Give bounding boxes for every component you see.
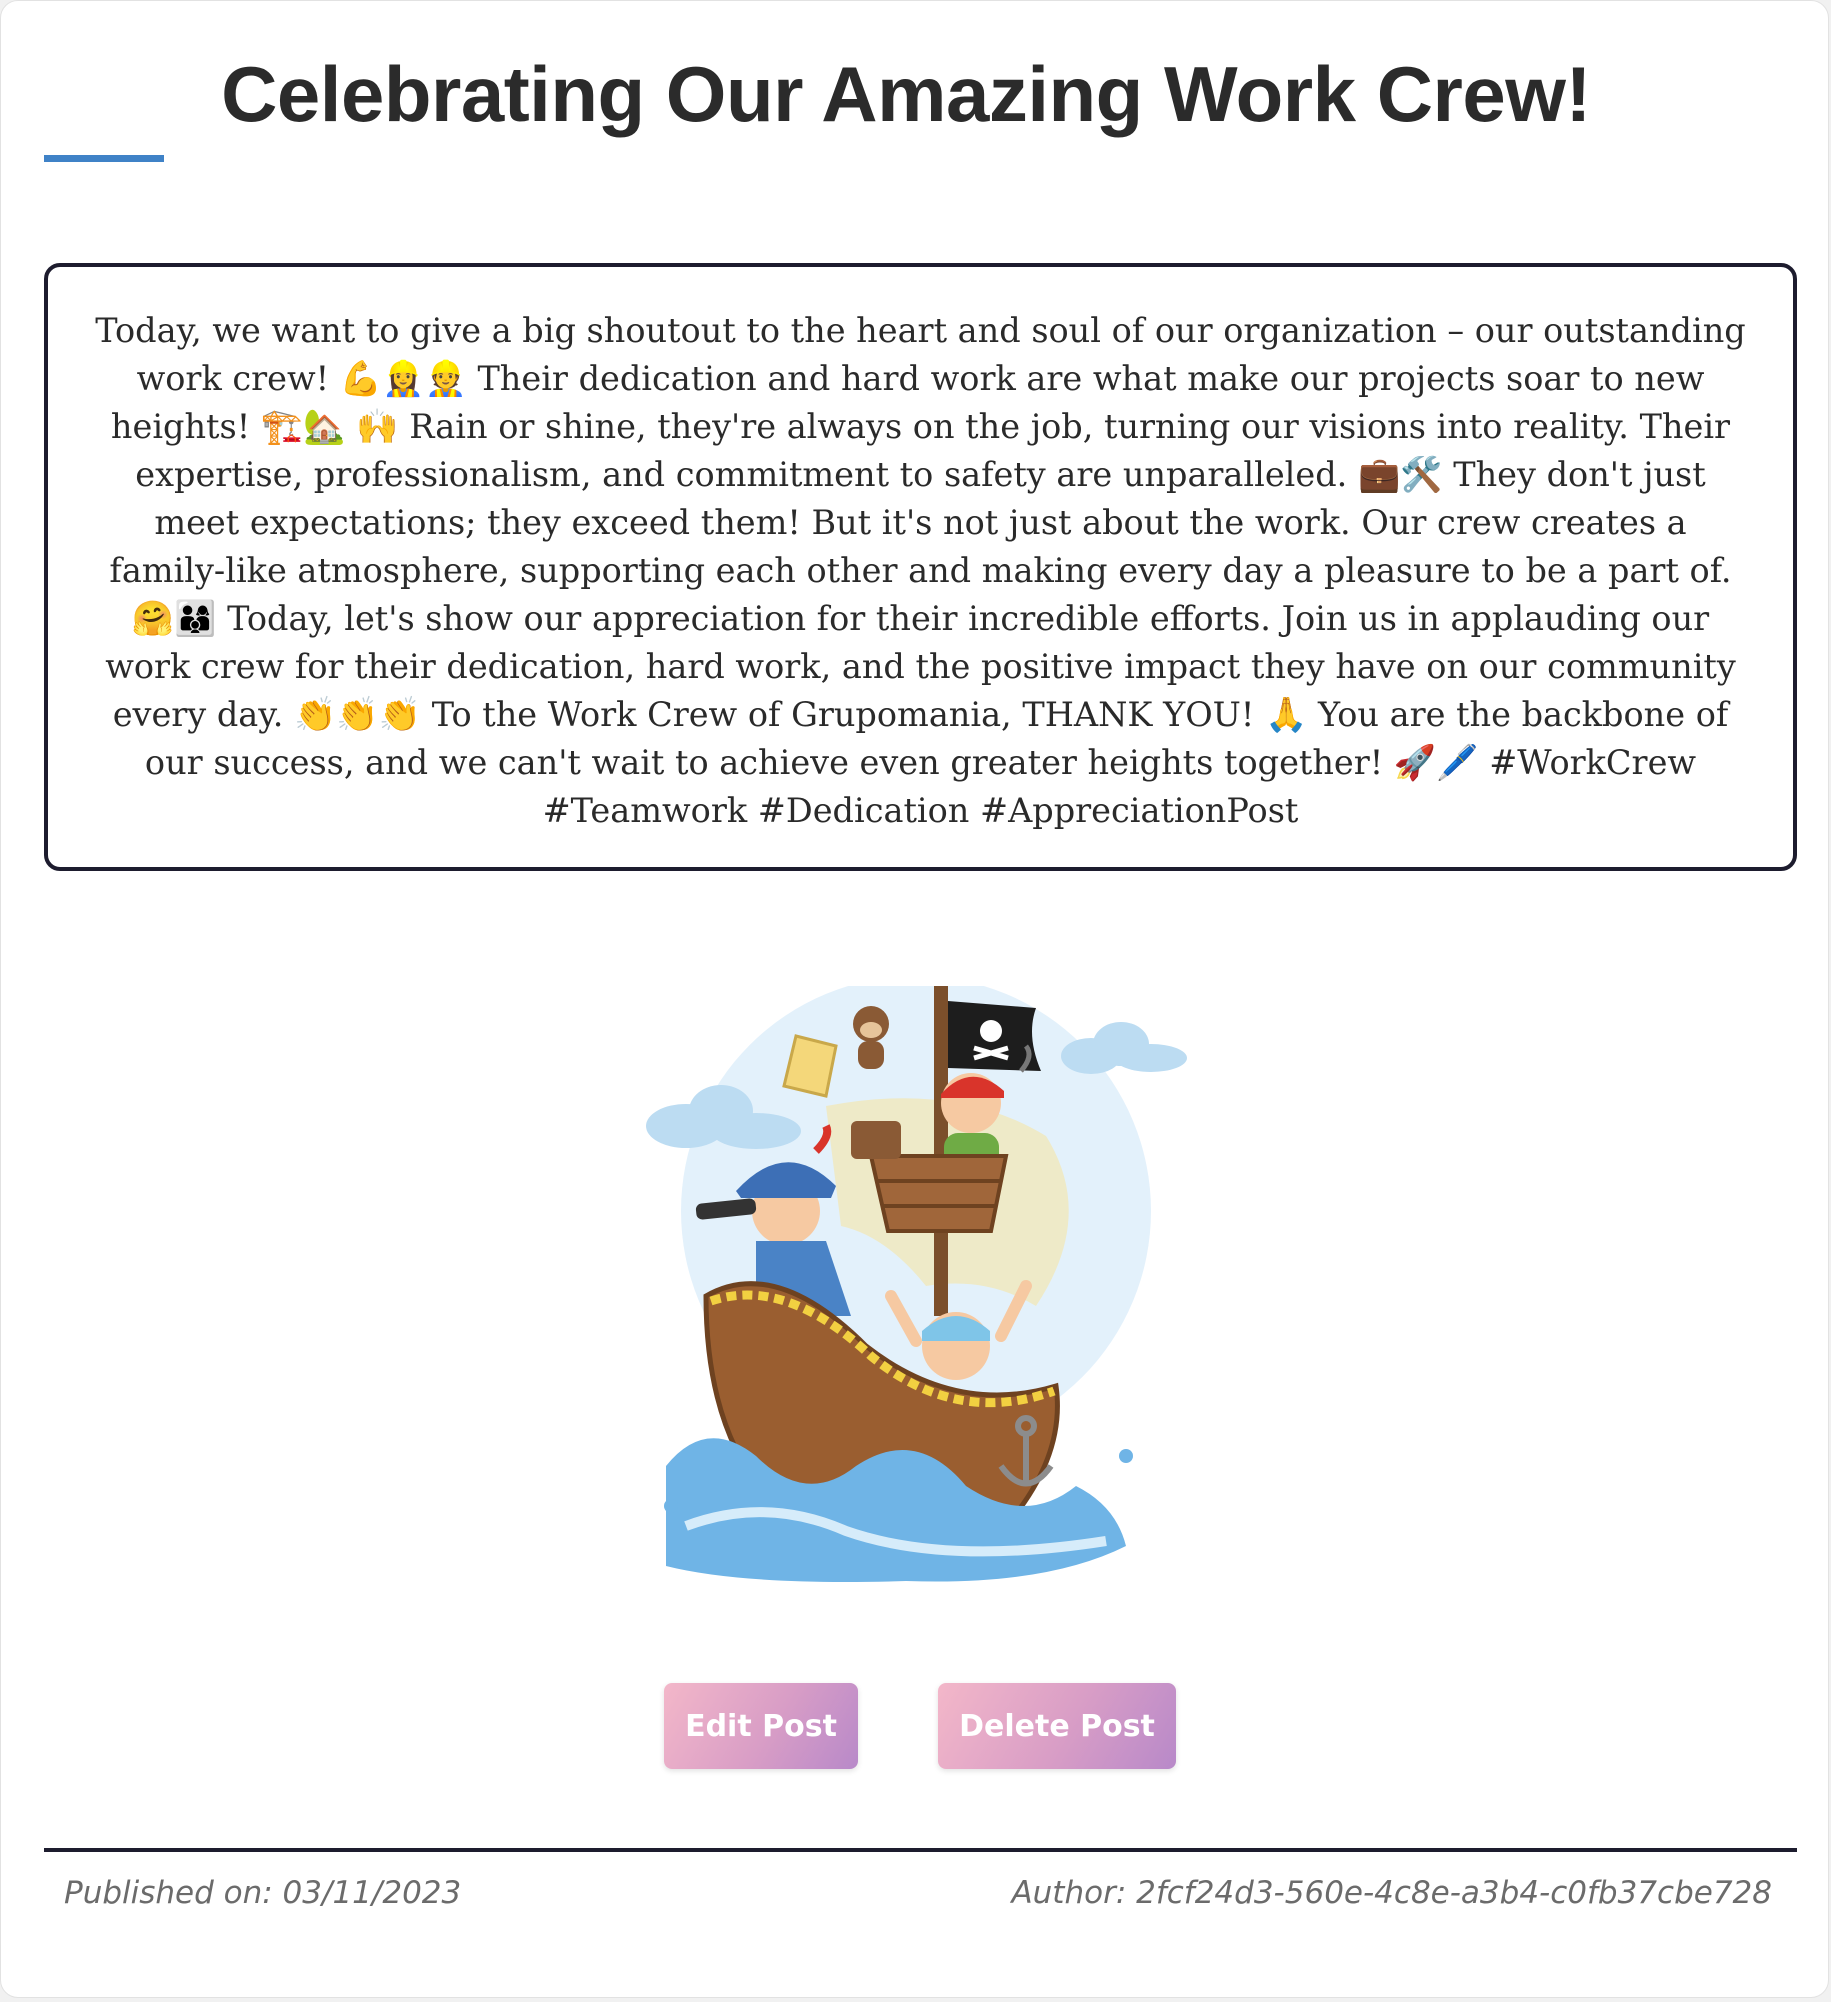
footer-divider (44, 1848, 1797, 1852)
title-underline (44, 155, 164, 162)
rocket-pen-emoji-icon: 🚀🖊️ (1393, 743, 1479, 783)
crows-nest (868, 1154, 1009, 1233)
post-text-6: To the Work Crew of Grupomania, THANK YO… (421, 695, 1266, 734)
pirate-ship-illustration (646, 986, 1187, 1582)
post-title: Celebrating Our Amazing Work Crew! (221, 50, 1591, 138)
post-content-box: Today, we want to give a big shoutout to… (44, 263, 1797, 871)
edit-post-button[interactable]: Edit Post (664, 1683, 858, 1769)
strength-workers-emoji-icon: 💪👷‍♀️👷 (339, 359, 467, 399)
folded-hands-emoji-icon: 🙏 (1265, 695, 1308, 735)
post-content: Today, we want to give a big shoutout to… (92, 307, 1749, 835)
clapping-hands-emoji-icon: 👏👏👏 (294, 695, 422, 735)
construction-house-hands-emoji-icon: 🏗️🏡 🙌 (260, 407, 399, 447)
author-id: Author: 2fcf24d3-560e-4c8e-a3b4-c0fb37cb… (1011, 1875, 1772, 1911)
briefcase-tools-emoji-icon: 💼🛠️ (1357, 455, 1443, 495)
published-date: Published on: 03/11/2023 (64, 1875, 462, 1911)
cloud-right-icon (1061, 1022, 1187, 1074)
hug-family-emoji-icon: 🤗👨‍👩‍👦 (131, 599, 217, 639)
treasure-chest-icon (851, 1121, 901, 1159)
post-card: Celebrating Our Amazing Work Crew! Today… (0, 0, 1829, 1998)
delete-post-button[interactable]: Delete Post (938, 1683, 1176, 1769)
